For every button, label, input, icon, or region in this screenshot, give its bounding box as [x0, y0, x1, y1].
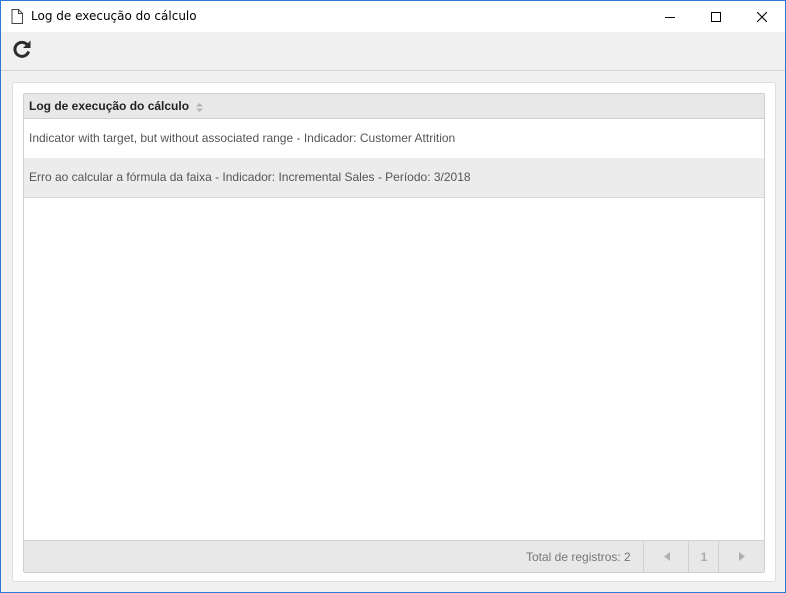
refresh-button[interactable]	[9, 37, 35, 63]
close-button[interactable]	[739, 1, 785, 32]
current-page-number[interactable]: 1	[688, 541, 719, 572]
refresh-icon	[12, 39, 32, 62]
minimize-button[interactable]	[647, 1, 693, 32]
title-bar[interactable]: Log de execução do cálculo	[1, 1, 785, 32]
document-icon	[11, 9, 23, 24]
maximize-icon	[711, 11, 721, 22]
grid-footer: Total de registros: 2 1	[24, 540, 764, 572]
toolbar	[1, 32, 785, 71]
log-message: Erro ao calcular a fórmula da faixa - In…	[29, 170, 471, 184]
sort-icon[interactable]	[196, 101, 203, 115]
next-page-icon	[739, 550, 745, 564]
previous-page-button[interactable]	[643, 541, 689, 572]
maximize-button[interactable]	[693, 1, 739, 32]
window-title: Log de execução do cálculo	[31, 9, 197, 23]
dialog-window: Log de execução do cálculo Log de execuç…	[0, 0, 786, 593]
content-panel: Log de execução do cálculo Indicator wit…	[12, 82, 776, 582]
close-icon	[757, 11, 767, 22]
log-grid: Log de execução do cálculo Indicator wit…	[23, 93, 765, 573]
next-page-button[interactable]	[718, 541, 764, 572]
table-row[interactable]: Erro ao calcular a fórmula da faixa - In…	[24, 158, 764, 198]
previous-page-icon	[663, 550, 670, 564]
column-header-log[interactable]: Log de execução do cálculo	[29, 99, 189, 113]
minimize-icon	[665, 12, 675, 22]
log-message: Indicator with target, but without assoc…	[29, 131, 456, 145]
total-records-label: Total de registros: 2	[526, 550, 631, 564]
table-row[interactable]: Indicator with target, but without assoc…	[24, 119, 764, 158]
grid-header: Log de execução do cálculo	[24, 94, 764, 119]
